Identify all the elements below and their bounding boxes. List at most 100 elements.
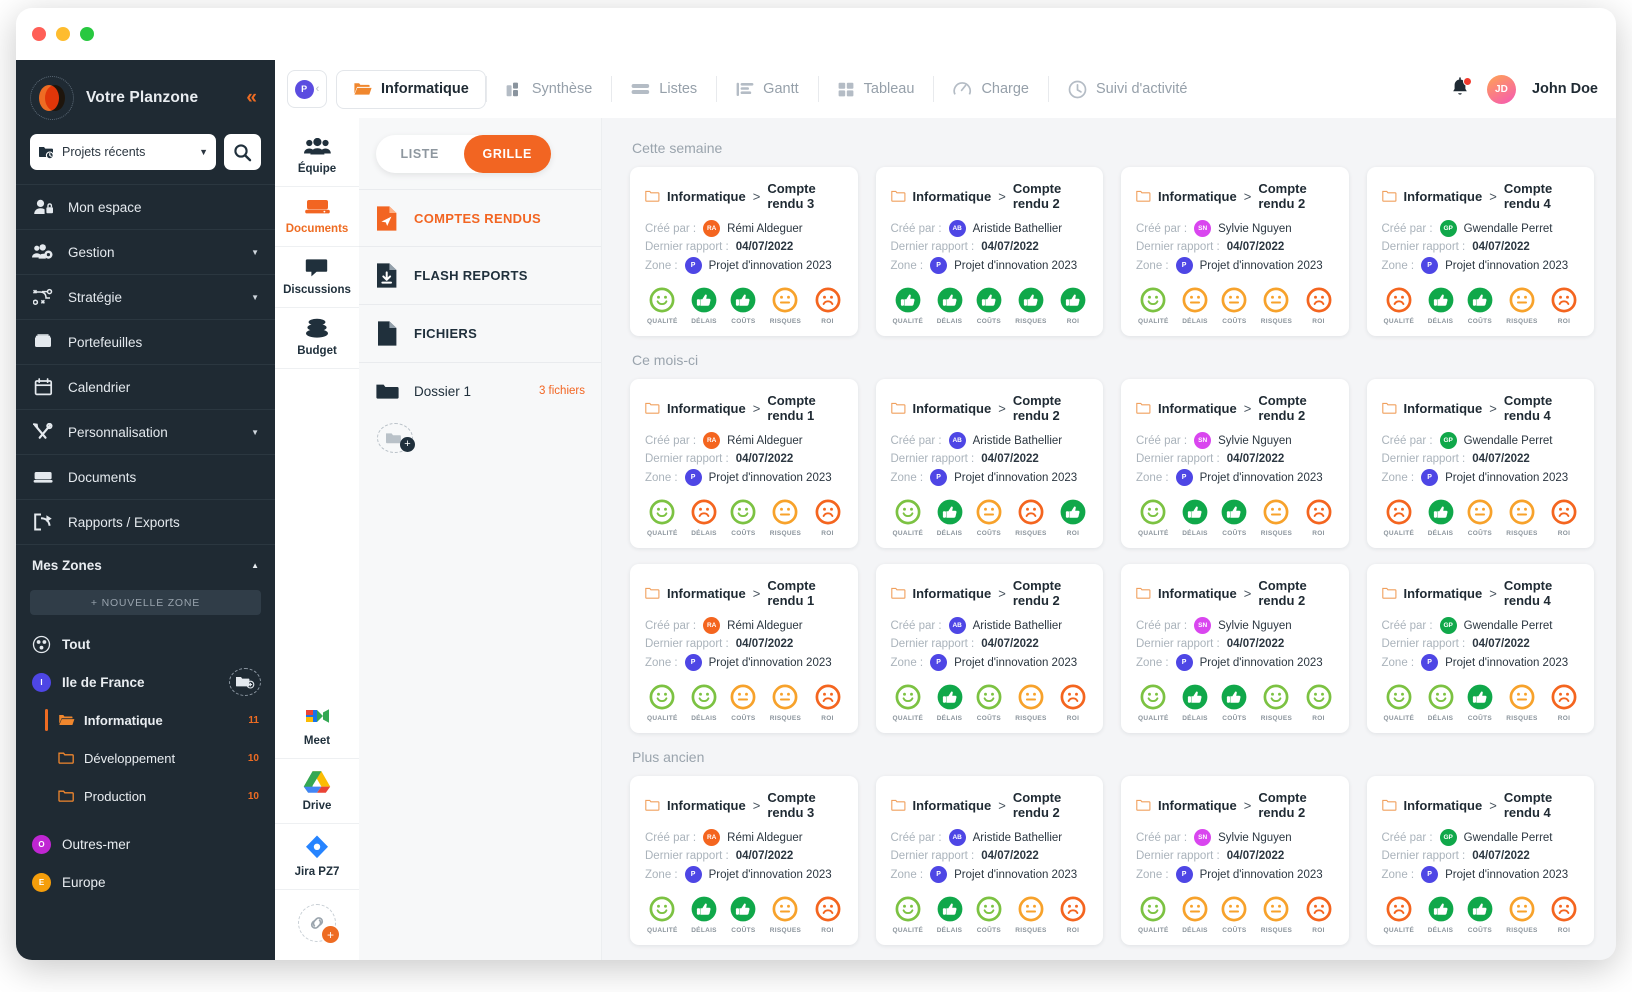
- add-folder-button[interactable]: +: [377, 423, 415, 453]
- bell-icon[interactable]: [1449, 77, 1472, 101]
- kpi-item[interactable]: QUALITÉ: [893, 287, 924, 325]
- avatar[interactable]: JD: [1486, 74, 1516, 104]
- kpi-item[interactable]: QUALITÉ: [893, 684, 924, 722]
- kpi-item[interactable]: RISQUES: [1261, 684, 1292, 722]
- sidebar-item-gestion[interactable]: Gestion ▼: [16, 229, 275, 274]
- recent-projects-select[interactable]: Projets récents ▼: [30, 134, 216, 170]
- new-zone-button[interactable]: + NOUVELLE ZONE: [30, 590, 261, 615]
- report-card[interactable]: Informatique > Compte rendu 3 Créé par :…: [630, 167, 858, 336]
- kpi-item[interactable]: COÛTS: [1221, 499, 1247, 537]
- report-card[interactable]: Informatique > Compte rendu 2 Créé par :…: [1121, 379, 1349, 548]
- kpi-item[interactable]: QUALITÉ: [893, 896, 924, 934]
- kpi-item[interactable]: COÛTS: [976, 684, 1002, 722]
- kpi-item[interactable]: RISQUES: [1506, 287, 1537, 325]
- sidebar-item-portefeuilles[interactable]: Portefeuilles: [16, 319, 275, 364]
- zone-item-outres-mer[interactable]: O Outres-mer: [16, 825, 275, 863]
- report-card[interactable]: Informatique > Compte rendu 4 Créé par :…: [1366, 776, 1594, 945]
- kpi-item[interactable]: ROI: [1306, 684, 1332, 722]
- kpi-item[interactable]: COÛTS: [976, 287, 1002, 325]
- report-card[interactable]: Informatique > Compte rendu 3 Créé par :…: [630, 776, 858, 945]
- kpi-item[interactable]: ROI: [1306, 896, 1332, 934]
- kpi-item[interactable]: RISQUES: [1506, 896, 1537, 934]
- zone-item-informatique[interactable]: Informatique 11: [16, 701, 275, 739]
- tab-suivi-activite[interactable]: Suivi d'activité: [1048, 76, 1206, 102]
- kpi-item[interactable]: ROI: [815, 684, 841, 722]
- zone-item-developpement[interactable]: Développement 10: [16, 739, 275, 777]
- kpi-item[interactable]: COÛTS: [1467, 287, 1493, 325]
- kpi-item[interactable]: QUALITÉ: [1138, 896, 1169, 934]
- kpi-item[interactable]: QUALITÉ: [647, 684, 678, 722]
- kpi-item[interactable]: DÉLAIS: [937, 499, 963, 537]
- view-toggle-liste[interactable]: LISTE: [376, 135, 464, 173]
- kpi-item[interactable]: ROI: [1306, 499, 1332, 537]
- kpi-item[interactable]: COÛTS: [976, 896, 1002, 934]
- tab-gantt[interactable]: Gantt: [716, 76, 817, 102]
- tab-informatique[interactable]: Informatique: [336, 69, 486, 109]
- kpi-item[interactable]: COÛTS: [730, 287, 756, 325]
- report-card[interactable]: Informatique > Compte rendu 2 Créé par :…: [875, 776, 1103, 945]
- minimize-window-button[interactable]: [56, 27, 70, 41]
- kpi-item[interactable]: RISQUES: [1015, 684, 1046, 722]
- kpi-item[interactable]: RISQUES: [770, 499, 801, 537]
- kpi-item[interactable]: RISQUES: [1261, 287, 1292, 325]
- kpi-item[interactable]: QUALITÉ: [1138, 684, 1169, 722]
- kpi-item[interactable]: DÉLAIS: [691, 684, 717, 722]
- report-card[interactable]: Informatique > Compte rendu 2 Créé par :…: [1121, 167, 1349, 336]
- add-integration-button[interactable]: +: [298, 904, 339, 943]
- sidebar-item-rapports-exports[interactable]: Rapports / Exports: [16, 499, 275, 544]
- kpi-item[interactable]: ROI: [1551, 684, 1577, 722]
- zone-item-europe[interactable]: E Europe: [16, 863, 275, 901]
- kpi-item[interactable]: QUALITÉ: [1384, 684, 1415, 722]
- close-window-button[interactable]: [32, 27, 46, 41]
- kpi-item[interactable]: RISQUES: [770, 896, 801, 934]
- kpi-item[interactable]: DÉLAIS: [691, 287, 717, 325]
- kpi-item[interactable]: RISQUES: [1506, 499, 1537, 537]
- kpi-item[interactable]: DÉLAIS: [937, 684, 963, 722]
- kpi-item[interactable]: QUALITÉ: [647, 287, 678, 325]
- kpi-item[interactable]: ROI: [1306, 287, 1332, 325]
- kpi-item[interactable]: ROI: [815, 499, 841, 537]
- kpi-item[interactable]: ROI: [1551, 896, 1577, 934]
- kpi-item[interactable]: QUALITÉ: [1138, 287, 1169, 325]
- report-card[interactable]: Informatique > Compte rendu 1 Créé par :…: [630, 379, 858, 548]
- report-card[interactable]: Informatique > Compte rendu 2 Créé par :…: [875, 379, 1103, 548]
- maximize-window-button[interactable]: [80, 27, 94, 41]
- kpi-item[interactable]: RISQUES: [770, 287, 801, 325]
- kpi-item[interactable]: DÉLAIS: [1428, 684, 1454, 722]
- folder-item-dossier-1[interactable]: Dossier 1 3 fichiers: [359, 363, 601, 419]
- doc-item-comptes-rendus[interactable]: COMPTES RENDUS: [359, 189, 601, 247]
- kpi-item[interactable]: QUALITÉ: [647, 896, 678, 934]
- kpi-item[interactable]: RISQUES: [1506, 684, 1537, 722]
- tab-listes[interactable]: Listes: [611, 76, 716, 102]
- report-card[interactable]: Informatique > Compte rendu 4 Créé par :…: [1366, 379, 1594, 548]
- kpi-item[interactable]: QUALITÉ: [1138, 499, 1169, 537]
- kpi-item[interactable]: ROI: [1060, 499, 1086, 537]
- kpi-item[interactable]: RISQUES: [1261, 896, 1292, 934]
- double-chevron-left-icon[interactable]: «: [246, 87, 261, 109]
- rail-item-documents[interactable]: Documents: [275, 187, 359, 247]
- tab-synthese[interactable]: Synthèse: [485, 76, 611, 102]
- sidebar-item-documents[interactable]: Documents: [16, 454, 275, 499]
- sidebar-item-mon-espace[interactable]: Mon espace: [16, 184, 275, 229]
- kpi-item[interactable]: COÛTS: [1221, 287, 1247, 325]
- project-switcher-button[interactable]: P ‹: [287, 70, 327, 108]
- rail-item-jira[interactable]: Jira PZ7: [275, 824, 359, 890]
- kpi-item[interactable]: RISQUES: [770, 684, 801, 722]
- kpi-item[interactable]: COÛTS: [730, 499, 756, 537]
- kpi-item[interactable]: QUALITÉ: [1384, 499, 1415, 537]
- report-card[interactable]: Informatique > Compte rendu 2 Créé par :…: [1121, 564, 1349, 733]
- kpi-item[interactable]: DÉLAIS: [937, 896, 963, 934]
- report-card[interactable]: Informatique > Compte rendu 2 Créé par :…: [875, 564, 1103, 733]
- rail-item-drive[interactable]: Drive: [275, 759, 359, 824]
- sidebar-item-calendrier[interactable]: Calendrier: [16, 364, 275, 409]
- report-card[interactable]: Informatique > Compte rendu 4 Créé par :…: [1366, 564, 1594, 733]
- kpi-item[interactable]: ROI: [815, 287, 841, 325]
- kpi-item[interactable]: RISQUES: [1015, 896, 1046, 934]
- rail-item-equipe[interactable]: Équipe: [275, 128, 359, 187]
- tab-tableau[interactable]: Tableau: [817, 76, 934, 102]
- kpi-item[interactable]: DÉLAIS: [1182, 499, 1208, 537]
- tab-charge[interactable]: Charge: [933, 76, 1048, 102]
- doc-item-flash-reports[interactable]: FLASH REPORTS: [359, 247, 601, 305]
- kpi-item[interactable]: ROI: [815, 896, 841, 934]
- kpi-item[interactable]: RISQUES: [1015, 499, 1046, 537]
